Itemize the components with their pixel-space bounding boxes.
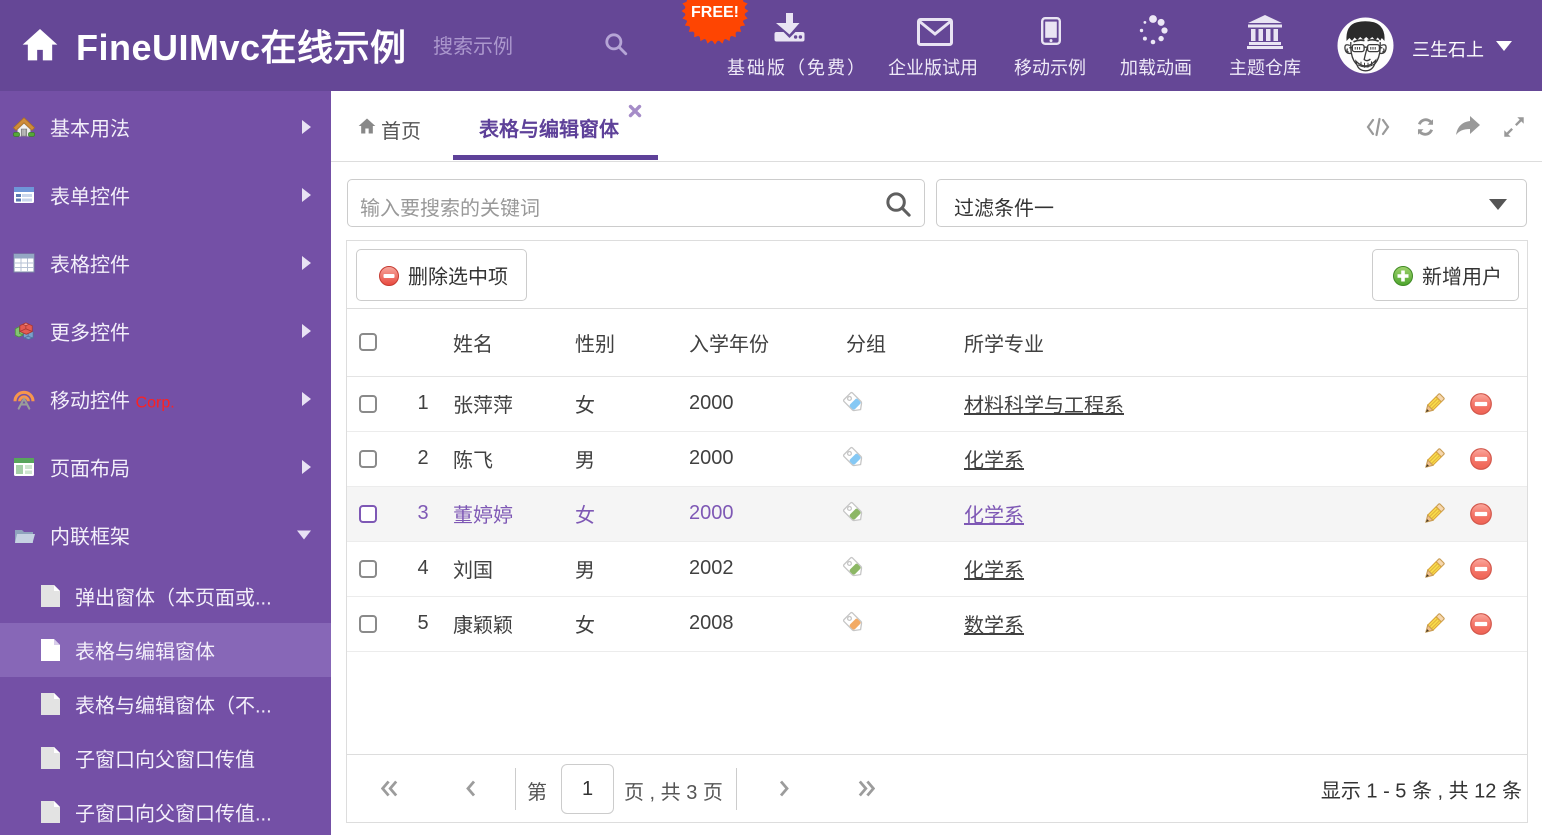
svg-text:FREE!: FREE! [691, 4, 739, 21]
